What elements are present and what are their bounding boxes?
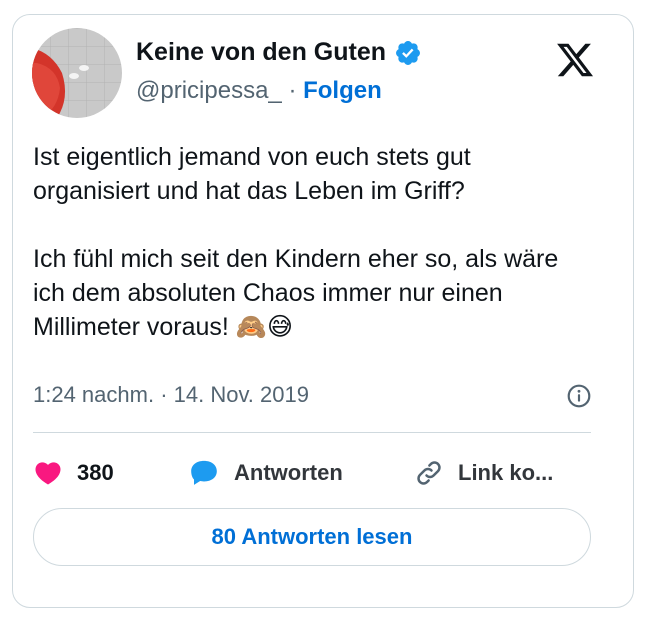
follow-link[interactable]: Folgen (303, 77, 382, 104)
heart-icon (33, 458, 63, 488)
handle-row: @pricipessa_ · Folgen (136, 77, 382, 105)
divider (33, 432, 591, 433)
speech-bubble-icon (188, 458, 220, 488)
like-count: 380 (77, 460, 114, 485)
read-replies-label: 80 Antworten lesen (211, 524, 413, 549)
reply-button[interactable]: Antworten (188, 458, 343, 488)
grinning-sweat-emoji: 😅 (266, 313, 294, 341)
display-name[interactable]: Keine von den Guten (136, 38, 422, 67)
tweet-text: Ist eigentlich jemand von euch stets gut… (33, 140, 593, 344)
avatar[interactable] (32, 28, 122, 118)
tweet-paragraph-1: Ist eigentlich jemand von euch stets gut… (33, 143, 471, 205)
tweet-paragraph-2-text: Ich fühl mich seit den Kindern eher so, … (33, 245, 559, 341)
tweet-paragraph-2: Ich fühl mich seit den Kindern eher so, … (33, 242, 593, 344)
verified-badge-icon (394, 39, 422, 67)
info-icon[interactable] (566, 383, 592, 409)
read-replies-button[interactable]: 80 Antworten lesen (33, 508, 591, 566)
see-no-evil-monkey-emoji: 🙈 (235, 313, 267, 341)
like-button[interactable]: 380 (33, 458, 114, 488)
handle[interactable]: @pricipessa_ (136, 77, 282, 104)
link-icon (414, 458, 444, 488)
copy-link-button[interactable]: Link ko... (414, 458, 553, 488)
reply-label: Antworten (234, 460, 343, 485)
timestamp[interactable]: 1:24 nachm. · 14. Nov. 2019 (33, 382, 309, 408)
separator: · (288, 77, 297, 104)
copy-link-label: Link ko... (458, 460, 554, 485)
display-name-text[interactable]: Keine von den Guten (136, 38, 386, 67)
x-logo-icon[interactable] (555, 40, 595, 80)
